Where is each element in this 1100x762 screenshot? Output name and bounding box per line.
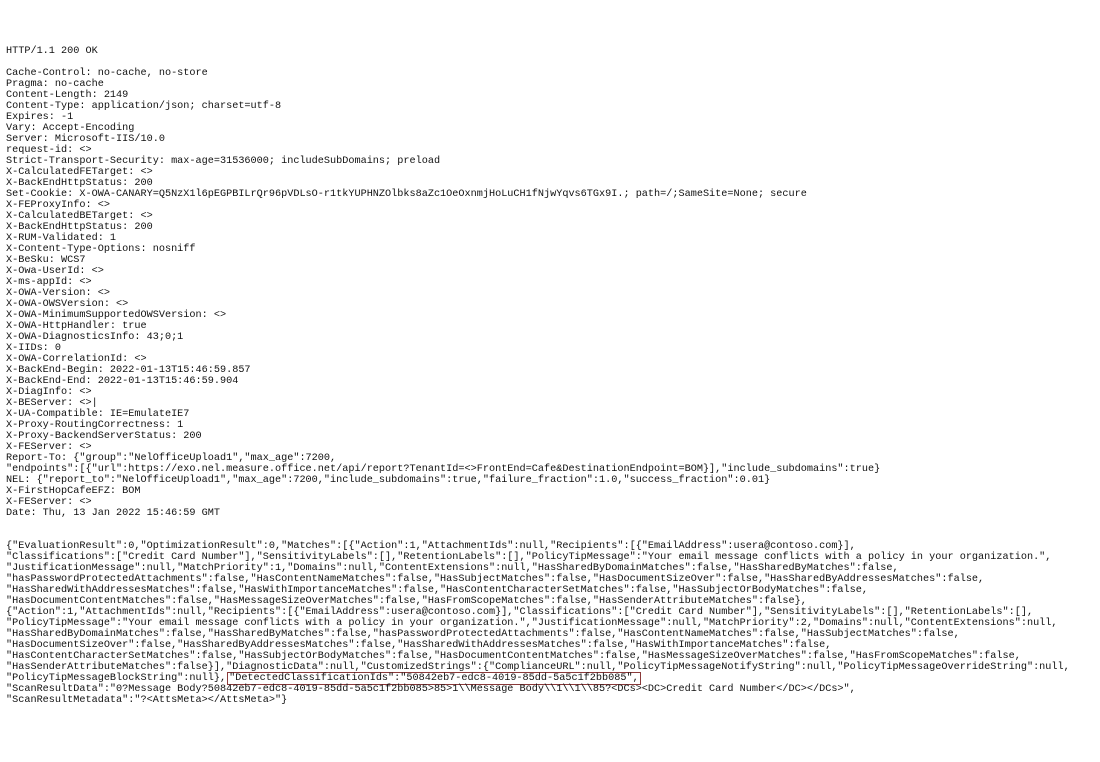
http-status-line: HTTP/1.1 200 OK	[6, 46, 98, 57]
json-body-post: "ScanResultData":"0?Message Body?50842eb…	[6, 684, 856, 706]
json-body-pre: {"EvaluationResult":0,"OptimizationResul…	[6, 541, 1070, 684]
http-headers: Cache-Control: no-cache, no-store Pragma…	[6, 68, 880, 519]
